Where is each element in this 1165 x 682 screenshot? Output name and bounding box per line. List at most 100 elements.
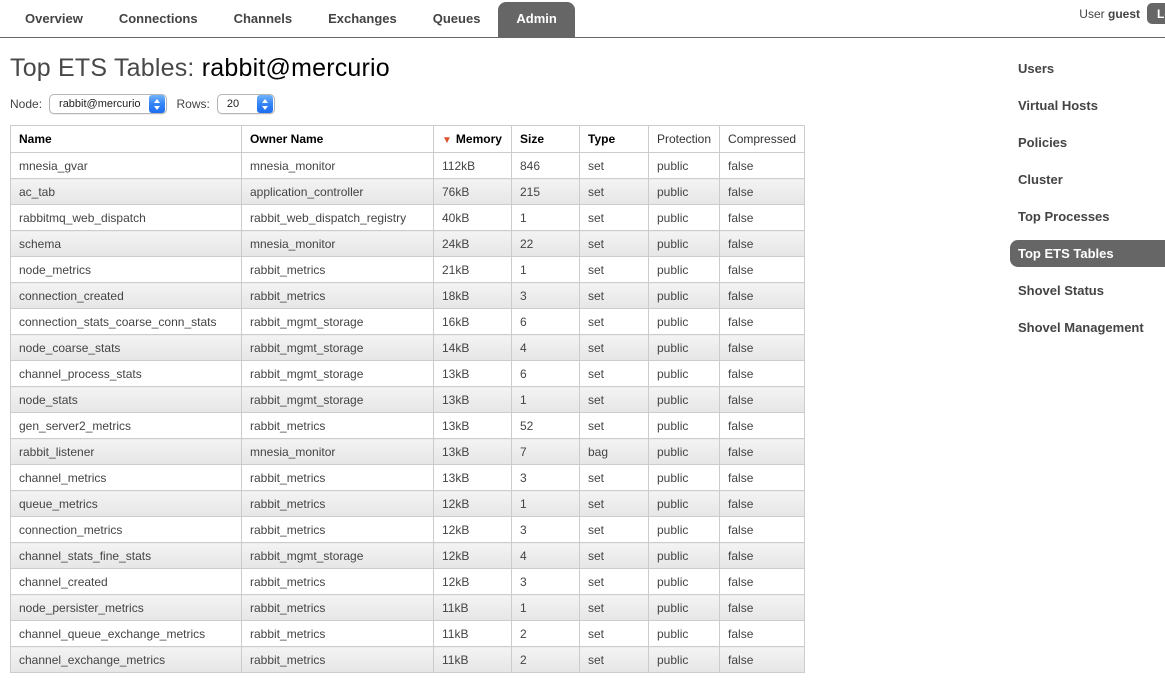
cell-compressed: false	[720, 569, 805, 595]
cell-compressed: false	[720, 361, 805, 387]
table-row: node_stats rabbit_mgmt_storage 13kB 1 se…	[11, 387, 805, 413]
node-select-value: rabbit@mercurio	[59, 98, 148, 110]
cell-name: channel_exchange_metrics	[11, 647, 242, 673]
sidebar-item-top-ets-tables[interactable]: Top ETS Tables	[1010, 240, 1165, 267]
tab-exchanges[interactable]: Exchanges	[310, 2, 415, 37]
table-row: schema mnesia_monitor 24kB 22 set public…	[11, 231, 805, 257]
col-header-memory[interactable]: ▼Memory	[434, 126, 512, 153]
tab-admin[interactable]: Admin	[498, 2, 574, 37]
cell-memory: 13kB	[434, 387, 512, 413]
cell-owner-name: rabbit_mgmt_storage	[242, 335, 434, 361]
table-row: node_metrics rabbit_metrics 21kB 1 set p…	[11, 257, 805, 283]
table-row: channel_stats_fine_stats rabbit_mgmt_sto…	[11, 543, 805, 569]
cell-memory: 12kB	[434, 517, 512, 543]
node-select[interactable]: rabbit@mercurio	[49, 94, 166, 114]
cell-name: channel_created	[11, 569, 242, 595]
sidebar-item-top-processes[interactable]: Top Processes	[993, 203, 1165, 230]
cell-name: node_metrics	[11, 257, 242, 283]
cell-size: 6	[512, 309, 580, 335]
cell-protection: public	[649, 387, 720, 413]
cell-name: rabbitmq_web_dispatch	[11, 205, 242, 231]
ets-table: Name Owner Name ▼Memory Size Type Protec…	[10, 125, 805, 673]
cell-owner-name: rabbit_web_dispatch_registry	[242, 205, 434, 231]
cell-compressed: false	[720, 387, 805, 413]
cell-name: gen_server2_metrics	[11, 413, 242, 439]
cell-owner-name: mnesia_monitor	[242, 439, 434, 465]
cell-type: set	[580, 569, 649, 595]
cell-compressed: false	[720, 543, 805, 569]
cell-compressed: false	[720, 439, 805, 465]
chevron-up-icon	[262, 99, 268, 103]
filter-controls: Node: rabbit@mercurio Rows: 20	[10, 94, 1165, 114]
cell-name: connection_created	[11, 283, 242, 309]
cell-type: set	[580, 621, 649, 647]
cell-protection: public	[649, 621, 720, 647]
logout-button[interactable]: Log out	[1147, 3, 1165, 24]
cell-protection: public	[649, 647, 720, 673]
cell-protection: public	[649, 205, 720, 231]
cell-memory: 21kB	[434, 257, 512, 283]
cell-memory: 18kB	[434, 283, 512, 309]
cell-protection: public	[649, 439, 720, 465]
sidebar-item-policies[interactable]: Policies	[993, 129, 1165, 156]
cell-size: 52	[512, 413, 580, 439]
cell-owner-name: application_controller	[242, 179, 434, 205]
tab-queues[interactable]: Queues	[415, 2, 499, 37]
page-title-node: rabbit@mercurio	[202, 54, 390, 82]
sidebar-item-shovel-status[interactable]: Shovel Status	[993, 277, 1165, 304]
cell-compressed: false	[720, 647, 805, 673]
table-row: connection_stats_coarse_conn_stats rabbi…	[11, 309, 805, 335]
col-header-size[interactable]: Size	[512, 126, 580, 153]
user-area: User guest Log out	[1079, 3, 1165, 24]
cell-name: queue_metrics	[11, 491, 242, 517]
sidebar-item-cluster[interactable]: Cluster	[993, 166, 1165, 193]
col-header-type[interactable]: Type	[580, 126, 649, 153]
cell-name: schema	[11, 231, 242, 257]
cell-compressed: false	[720, 517, 805, 543]
cell-name: channel_process_stats	[11, 361, 242, 387]
cell-size: 1	[512, 387, 580, 413]
sidebar-item-virtual-hosts[interactable]: Virtual Hosts	[993, 92, 1165, 119]
cell-protection: public	[649, 283, 720, 309]
sidebar-item-shovel-management[interactable]: Shovel Management	[993, 314, 1165, 341]
cell-compressed: false	[720, 257, 805, 283]
cell-memory: 13kB	[434, 465, 512, 491]
tab-channels[interactable]: Channels	[216, 2, 311, 37]
table-row: gen_server2_metrics rabbit_metrics 13kB …	[11, 413, 805, 439]
cell-protection: public	[649, 595, 720, 621]
col-header-memory-label: Memory	[456, 132, 502, 146]
table-row: ac_tab application_controller 76kB 215 s…	[11, 179, 805, 205]
cell-type: set	[580, 361, 649, 387]
cell-protection: public	[649, 153, 720, 179]
col-header-name[interactable]: Name	[11, 126, 242, 153]
cell-size: 3	[512, 283, 580, 309]
tab-connections[interactable]: Connections	[101, 2, 216, 37]
table-row: node_coarse_stats rabbit_mgmt_storage 14…	[11, 335, 805, 361]
page-title-prefix: Top ETS Tables:	[10, 54, 195, 82]
col-header-compressed: Compressed	[720, 126, 805, 153]
cell-protection: public	[649, 491, 720, 517]
cell-size: 1	[512, 491, 580, 517]
cell-protection: public	[649, 335, 720, 361]
cell-memory: 24kB	[434, 231, 512, 257]
cell-owner-name: rabbit_metrics	[242, 465, 434, 491]
chevron-up-icon	[154, 99, 160, 103]
cell-type: set	[580, 491, 649, 517]
tab-overview[interactable]: Overview	[7, 2, 101, 37]
cell-compressed: false	[720, 491, 805, 517]
cell-name: connection_stats_coarse_conn_stats	[11, 309, 242, 335]
cell-owner-name: rabbit_mgmt_storage	[242, 543, 434, 569]
col-header-owner-name[interactable]: Owner Name	[242, 126, 434, 153]
cell-name: ac_tab	[11, 179, 242, 205]
cell-compressed: false	[720, 309, 805, 335]
cell-size: 2	[512, 647, 580, 673]
cell-size: 2	[512, 621, 580, 647]
cell-owner-name: rabbit_mgmt_storage	[242, 361, 434, 387]
cell-memory: 11kB	[434, 647, 512, 673]
cell-size: 3	[512, 569, 580, 595]
rows-select[interactable]: 20	[217, 94, 275, 114]
cell-size: 1	[512, 205, 580, 231]
cell-compressed: false	[720, 153, 805, 179]
cell-owner-name: rabbit_metrics	[242, 621, 434, 647]
sidebar-item-users[interactable]: Users	[993, 55, 1165, 82]
